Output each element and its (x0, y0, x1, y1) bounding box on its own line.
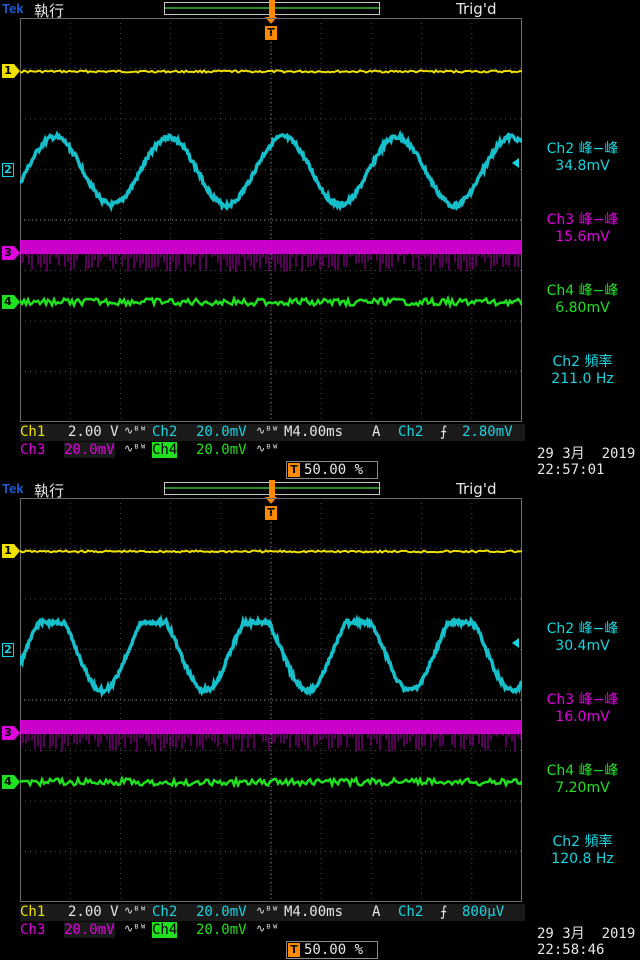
ch2-bw-icon: ∿ᴮᵂ (256, 904, 279, 917)
brand-logo: Tek (2, 481, 24, 496)
trigger-level[interactable]: 2.80mV (462, 424, 513, 440)
ch3-scale[interactable]: 20.0mV (64, 442, 115, 458)
ch4-label[interactable]: Ch4 (152, 442, 178, 458)
trigger-mode: A (372, 904, 381, 920)
brand-logo: Tek (2, 1, 24, 16)
trigger-mode: A (372, 424, 381, 440)
measurement-ch2-frequency: Ch2 頻率 211.0 Hz (551, 354, 614, 387)
date: 29 3月 2019 (537, 926, 636, 942)
trigger-source[interactable]: Ch2 (398, 424, 423, 440)
ch2-label[interactable]: Ch2 (152, 424, 177, 440)
ch4-marker[interactable]: 4 (2, 775, 20, 789)
date: 29 3月 2019 (537, 446, 636, 462)
ch3-trace (20, 720, 522, 734)
horizontal-position[interactable]: T 50.00 % (286, 461, 378, 479)
time: 22:58:46 (537, 942, 605, 958)
ch1-trace (20, 69, 522, 74)
measurement-ch2-pk2pk: Ch2 峰−峰 34.8mV (546, 141, 619, 174)
ch1-marker[interactable]: 1 (2, 544, 20, 558)
ch2-bw-icon: ∿ᴮᵂ (256, 424, 279, 437)
measurement-ch3-pk2pk: Ch3 峰−峰 15.6mV (546, 212, 619, 245)
ch3-scale[interactable]: 20.0mV (64, 922, 115, 938)
time: 22:57:01 (537, 462, 605, 478)
timebase[interactable]: M4.00ms (284, 904, 343, 920)
measurement-ch3-pk2pk: Ch3 峰−峰 16.0mV (546, 692, 619, 725)
ch2-marker[interactable]: 2 (2, 643, 14, 657)
ch1-marker[interactable]: 1 (2, 64, 20, 78)
ch2-scale[interactable]: 20.0mV (196, 424, 247, 440)
graticule (20, 18, 522, 422)
ch1-trace (20, 549, 522, 554)
ch4-bw-icon: ∿ᴮᵂ (256, 442, 279, 455)
trigger-level-arrow-icon (512, 158, 519, 168)
ch4-marker[interactable]: 4 (2, 295, 20, 309)
trigger-status: Trig'd (456, 0, 497, 18)
ch4-trace (20, 775, 522, 789)
ch4-trace (20, 294, 522, 310)
measurement-ch2-frequency: Ch2 頻率 120.8 Hz (551, 834, 614, 867)
measurement-ch4-pk2pk: Ch4 峰−峰 6.80mV (546, 283, 619, 316)
oscilloscope-screen: Tek 執行 Trig'd T 1 2 3 4 Ch2 峰−峰 30.4mV Ch… (0, 480, 640, 960)
ch2-trace (20, 613, 522, 699)
ch1-bw-icon: ∿ᴮᵂ (124, 904, 147, 917)
horizontal-position[interactable]: T 50.00 % (286, 941, 378, 959)
trigger-position-marker (269, 0, 275, 17)
record-view-bar (164, 0, 380, 17)
ch3-bw-icon: ∿ᴮᵂ (124, 442, 147, 455)
trigger-source[interactable]: Ch2 (398, 904, 423, 920)
ch3-bw-icon: ∿ᴮᵂ (124, 922, 147, 935)
position-trigger-icon: T (288, 943, 300, 957)
ch3-marker[interactable]: 3 (2, 246, 20, 260)
ch1-label[interactable]: Ch1 (20, 424, 45, 440)
ch4-scale[interactable]: 20.0mV (196, 922, 247, 938)
status-bar: Tek 執行 Trig'd (0, 0, 640, 20)
ch2-label[interactable]: Ch2 (152, 904, 177, 920)
trigger-slope-icon: ⨍ (440, 904, 448, 920)
ch2-marker[interactable]: 2 (2, 163, 14, 177)
oscilloscope-screen: Tek 執行 Trig'd T 1 2 3 4 Ch2 峰−峰 34.8mV Ch… (0, 0, 640, 480)
ch3-label[interactable]: Ch3 (20, 922, 45, 938)
trigger-status: Trig'd (456, 480, 497, 498)
ch2-scale[interactable]: 20.0mV (196, 904, 247, 920)
position-trigger-icon: T (288, 463, 300, 477)
trigger-level[interactable]: 800μV (462, 904, 504, 920)
ch1-bw-icon: ∿ᴮᵂ (124, 424, 147, 437)
trigger-position-marker (269, 480, 275, 497)
timebase[interactable]: M4.00ms (284, 424, 343, 440)
measurement-ch2-pk2pk: Ch2 峰−峰 30.4mV (546, 621, 619, 654)
ch3-marker[interactable]: 3 (2, 726, 20, 740)
ch3-label[interactable]: Ch3 (20, 442, 45, 458)
measurement-ch4-pk2pk: Ch4 峰−峰 7.20mV (546, 763, 619, 796)
status-bar: Tek 執行 Trig'd (0, 480, 640, 500)
ch4-bw-icon: ∿ᴮᵂ (256, 922, 279, 935)
timestamp: 29 3月 2019 22:57:01 (537, 446, 635, 478)
ch4-scale[interactable]: 20.0mV (196, 442, 247, 458)
record-view-bar (164, 480, 380, 497)
trigger-level-arrow-icon (512, 638, 519, 648)
ch1-scale[interactable]: 2.00 V (68, 904, 119, 920)
ch1-scale[interactable]: 2.00 V (68, 424, 119, 440)
ch4-label[interactable]: Ch4 (152, 922, 178, 938)
ch1-label[interactable]: Ch1 (20, 904, 45, 920)
timestamp: 29 3月 2019 22:58:46 (537, 926, 635, 958)
ch3-trace (20, 240, 522, 254)
trigger-slope-icon: ⨍ (440, 424, 448, 440)
graticule (20, 498, 522, 902)
